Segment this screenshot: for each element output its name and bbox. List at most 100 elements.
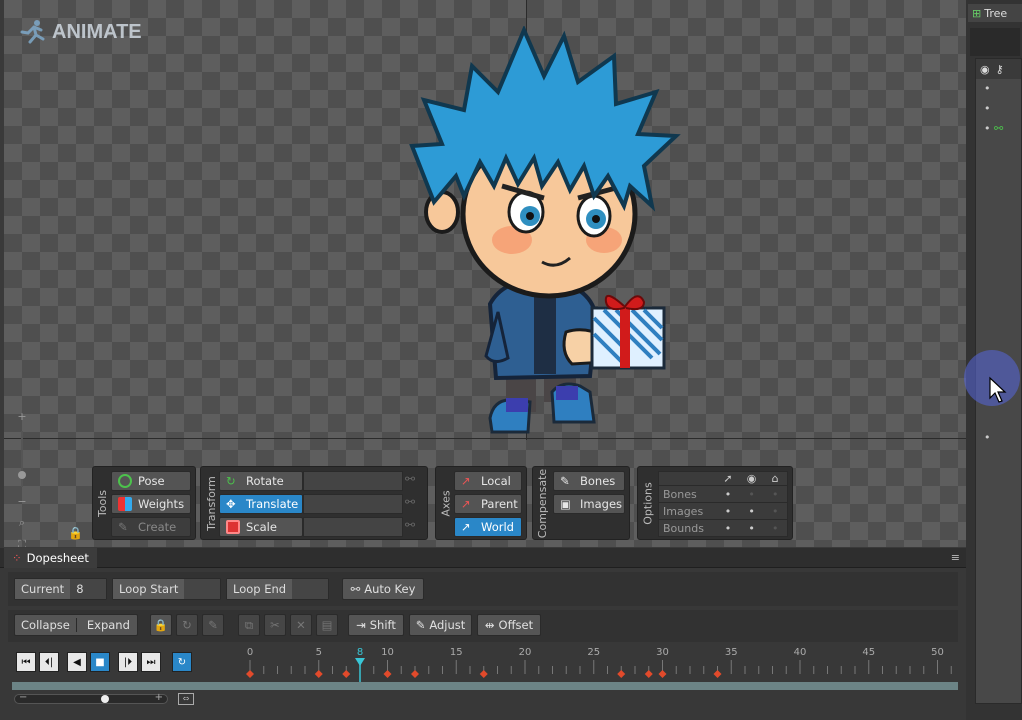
timeline-zoom-bar[interactable]: − +: [14, 692, 168, 704]
bounds-select-toggle[interactable]: •: [716, 522, 740, 535]
eye-icon[interactable]: ◉: [740, 472, 764, 485]
running-man-icon: [20, 20, 45, 44]
delete-icon[interactable]: ✕: [290, 614, 312, 636]
transform-panel: Transform ↻ Rotate ⚯ ✥ Translate ⚯ Scale ⚯: [200, 466, 428, 540]
compensate-images-button[interactable]: ▣ Images: [553, 494, 625, 514]
loop-toggle-icon[interactable]: ↻: [172, 652, 192, 672]
local-axis-button[interactable]: ↗ Local: [454, 471, 522, 491]
keyframe-diamond[interactable]: [411, 670, 419, 678]
ruler-label: 8: [357, 647, 363, 658]
world-axis-button[interactable]: ↗ World: [454, 517, 522, 537]
rotate-value-field[interactable]: [303, 471, 403, 491]
fit-view-icon[interactable]: ⛶: [18, 538, 26, 547]
loop-end-field[interactable]: Loop End: [226, 578, 329, 600]
rotate-chain-icon[interactable]: ⚯: [405, 472, 419, 490]
parent-axis-button[interactable]: ↗ Parent: [454, 494, 522, 514]
keyframe-diamond[interactable]: [246, 670, 254, 678]
keyframe-diamond[interactable]: [644, 670, 653, 678]
options-panel: Options ➚ ◉ ⌂ Bones • • • Images • • • B…: [637, 466, 793, 540]
keyframe-diamond[interactable]: [713, 670, 722, 678]
tab-dopesheet[interactable]: ⁘ Dopesheet: [4, 548, 97, 568]
pose-button[interactable]: Pose: [111, 471, 191, 491]
offset-button[interactable]: ⇹ Offset: [477, 614, 541, 636]
ruler-label: 20: [519, 647, 532, 658]
images-names-toggle[interactable]: •: [763, 505, 787, 518]
keyframe-diamond[interactable]: [658, 670, 667, 678]
paste-icon[interactable]: ▤: [316, 614, 338, 636]
axes-panel: Axes ↗ Local ↗ Parent ↗ World: [435, 466, 527, 540]
translate-button[interactable]: ✥ Translate: [219, 494, 303, 514]
current-frame-value[interactable]: 8: [70, 579, 106, 599]
images-visible-toggle[interactable]: •: [740, 505, 764, 518]
next-key-icon[interactable]: |⏵: [118, 652, 138, 672]
rotate-button[interactable]: ↻ Rotate: [219, 471, 303, 491]
fit-timeline-icon[interactable]: ⇔: [178, 693, 194, 705]
images-select-toggle[interactable]: •: [716, 505, 740, 518]
keyframe-diamond[interactable]: [342, 670, 351, 678]
bones-select-toggle[interactable]: •: [716, 488, 740, 501]
collapse-button[interactable]: Collapse: [15, 618, 77, 632]
lock-icon[interactable]: 🔒: [68, 526, 83, 540]
bounds-names-toggle[interactable]: •: [763, 522, 787, 535]
options-row-images: Images: [663, 504, 704, 518]
keyframe-diamond[interactable]: [383, 670, 392, 678]
panel-menu-icon[interactable]: ≡: [951, 551, 960, 564]
create-icon: ✎: [118, 520, 128, 534]
keyframe-diamond[interactable]: [617, 670, 626, 678]
key-wand-icon[interactable]: ✎: [202, 614, 224, 636]
shift-button[interactable]: ⇥ Shift: [348, 614, 404, 636]
auto-key-button[interactable]: ⚯ Auto Key: [342, 578, 424, 600]
zoom-slider-track[interactable]: [18, 431, 26, 487]
tree-eye-icon[interactable]: ◉: [980, 63, 990, 76]
scale-button[interactable]: Scale: [219, 517, 303, 537]
compensate-bones-button[interactable]: ✎ Bones: [553, 471, 625, 491]
weights-icon: [118, 497, 132, 511]
last-frame-icon[interactable]: ⏭: [141, 652, 161, 672]
tree-row-dot[interactable]: •: [984, 431, 991, 444]
canvas-viewport[interactable]: ANIMATE + − ⌕ ⛶ 🔒 Tools Pose Weights ✎ C…: [4, 0, 966, 547]
tree-row-dot[interactable]: •: [984, 99, 1021, 119]
stop-icon[interactable]: ■: [90, 652, 110, 672]
adjust-button[interactable]: ✎ Adjust: [409, 614, 472, 636]
options-row-bounds: Bounds: [663, 522, 704, 535]
prev-key-icon[interactable]: ⏴|: [39, 652, 59, 672]
zoom-in-icon[interactable]: +: [17, 410, 26, 423]
play-backward-icon[interactable]: ◀: [67, 652, 87, 672]
ruler-label: 15: [450, 647, 463, 658]
first-frame-icon[interactable]: ⏮: [16, 652, 36, 672]
copy-icon[interactable]: ⧉: [238, 614, 260, 636]
current-frame-field[interactable]: Current 8: [14, 578, 107, 600]
loop-keys-icon[interactable]: ↻: [176, 614, 198, 636]
keyframe-track[interactable]: [12, 682, 958, 690]
tree-key-icon[interactable]: ⚷: [996, 63, 1004, 76]
lock-keys-icon[interactable]: 🔒: [150, 614, 172, 636]
translate-chain-icon[interactable]: ⚯: [405, 495, 419, 513]
select-cursor-icon[interactable]: ➚: [716, 472, 740, 485]
magnifier-icon[interactable]: ⌕: [19, 516, 25, 530]
keyframe-diamond[interactable]: [314, 670, 323, 678]
loop-start-field[interactable]: Loop Start: [112, 578, 221, 600]
keyframe-diamond[interactable]: [479, 670, 488, 678]
tab-tree[interactable]: ⊞ Tree: [968, 4, 1022, 22]
bones-names-toggle[interactable]: •: [763, 488, 787, 501]
expand-button[interactable]: Expand: [81, 618, 136, 632]
cut-icon[interactable]: ✂: [264, 614, 286, 636]
create-button[interactable]: ✎ Create: [111, 517, 191, 537]
scale-chain-icon[interactable]: ⚯: [405, 518, 419, 536]
tree-row-dot[interactable]: •: [984, 79, 1021, 99]
zoom-out-icon[interactable]: −: [17, 495, 26, 508]
transform-label: Transform: [204, 475, 218, 531]
shift-icon: ⇥: [356, 618, 366, 632]
ruler-label: 35: [725, 647, 738, 658]
compensate-panel: Compensate ✎ Bones ▣ Images: [532, 466, 630, 540]
bounds-visible-toggle[interactable]: •: [740, 522, 764, 535]
bones-visible-toggle[interactable]: •: [740, 488, 764, 501]
tree-row-dot[interactable]: • ⚯: [984, 119, 1021, 139]
weights-button[interactable]: Weights: [111, 494, 191, 514]
ruler-label: 25: [587, 647, 600, 658]
scale-value-field[interactable]: [303, 517, 403, 537]
pose-icon: [118, 474, 132, 488]
translate-value-field[interactable]: [303, 494, 403, 514]
character-sprite[interactable]: [394, 26, 684, 438]
tag-icon[interactable]: ⌂: [763, 472, 787, 485]
